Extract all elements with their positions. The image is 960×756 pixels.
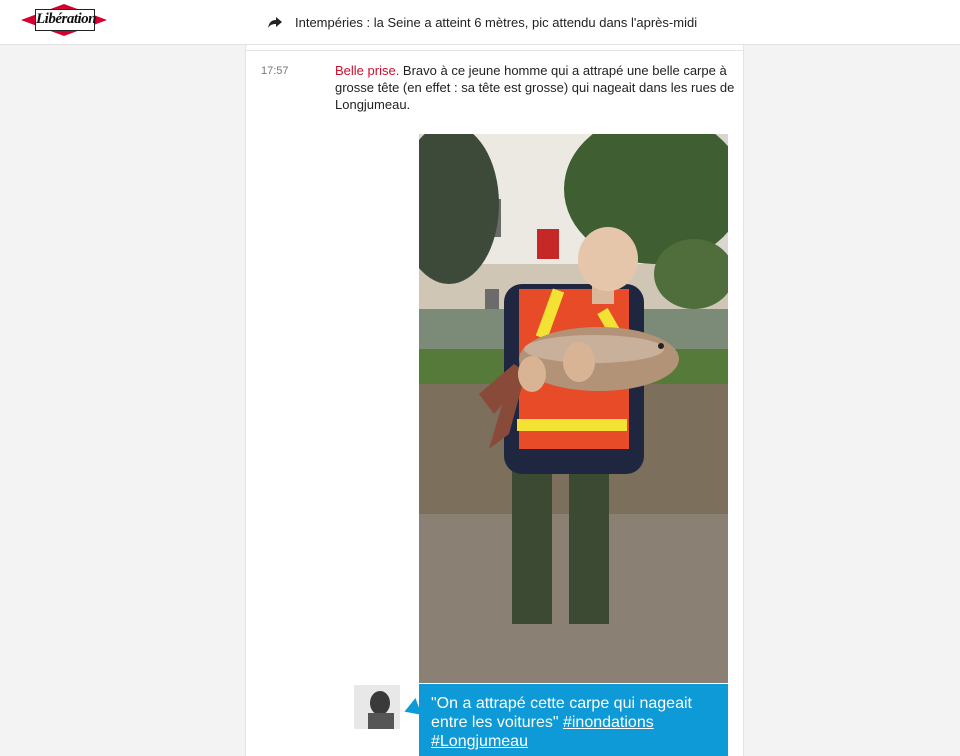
hashtag-inondations[interactable]: #inondations — [563, 714, 654, 731]
tweet-author-avatar[interactable] — [354, 685, 400, 729]
headline-link[interactable]: Intempéries : la Seine a atteint 6 mètre… — [267, 12, 697, 32]
hashtag-longjumeau[interactable]: #Longjumeau — [431, 733, 528, 750]
avatar-image — [354, 685, 400, 729]
post-photo[interactable] — [419, 134, 728, 683]
headline-text[interactable]: Intempéries : la Seine a atteint 6 mètre… — [295, 15, 697, 30]
live-feed-column: 17:57 Belle prise. Bravo à ce jeune homm… — [245, 45, 744, 756]
post-text: Belle prise. Bravo à ce jeune homme qui … — [335, 62, 735, 113]
share-arrow-icon — [268, 17, 282, 28]
embedded-tweet[interactable]: "On a attrapé cette carpe qui nageait en… — [419, 684, 728, 756]
man-holding-carp-photo — [419, 134, 728, 683]
liberation-logo[interactable]: Libération — [21, 4, 107, 36]
site-header: Libération Intempéries : la Seine a atte… — [0, 0, 960, 45]
logo-text: Libération — [35, 9, 97, 31]
post-lead: Belle prise. — [335, 63, 400, 78]
divider — [246, 50, 743, 51]
post-timestamp: 17:57 — [261, 65, 289, 77]
